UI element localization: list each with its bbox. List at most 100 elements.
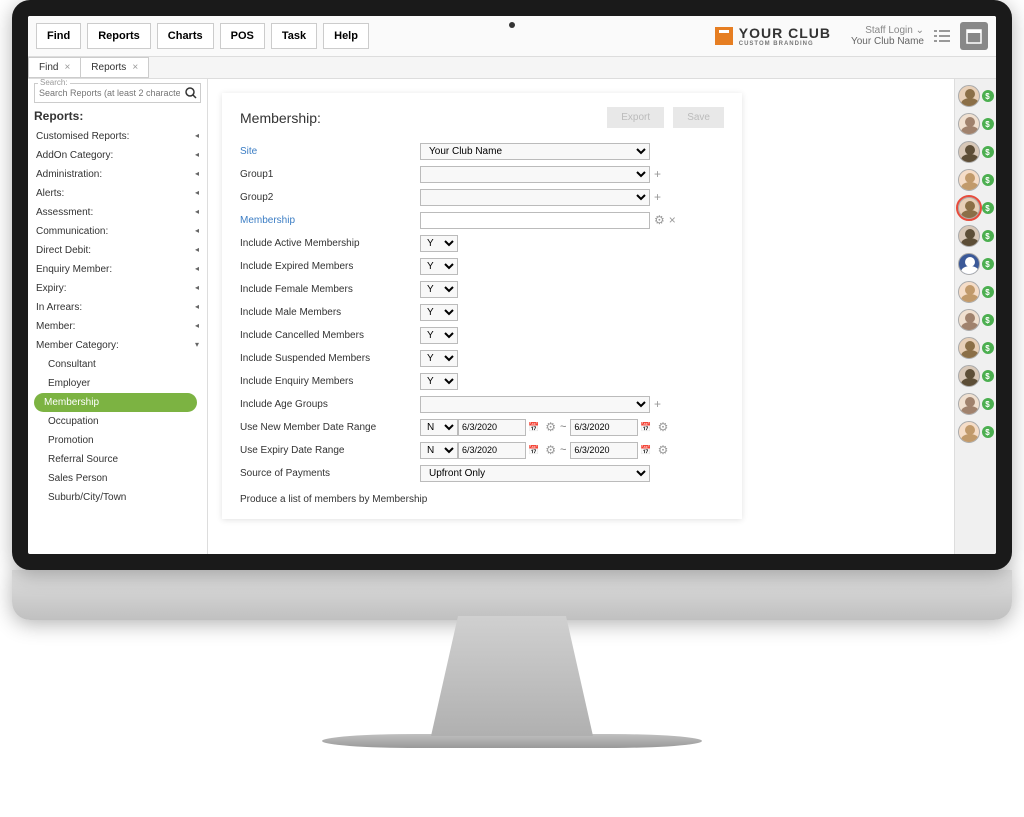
plus-icon[interactable]: + [654, 167, 661, 181]
newdate-from[interactable] [458, 419, 526, 436]
subcategory-item[interactable]: Referral Source [34, 450, 201, 469]
source-select[interactable]: Upfront Only [420, 465, 650, 482]
expdate-to[interactable] [570, 442, 638, 459]
reports-button[interactable]: Reports [87, 23, 151, 49]
money-icon[interactable]: $ [982, 118, 994, 130]
pos-button[interactable]: POS [220, 23, 265, 49]
avatar[interactable] [958, 365, 980, 387]
subcategory-item[interactable]: Membership [34, 393, 197, 412]
calendar-icon[interactable]: 📅 [640, 422, 651, 433]
expdate-from[interactable] [458, 442, 526, 459]
cancelled-select[interactable]: Y [420, 327, 458, 344]
male-select[interactable]: Y [420, 304, 458, 321]
export-button[interactable]: Export [607, 107, 664, 128]
suspended-select[interactable]: Y [420, 350, 458, 367]
money-icon[interactable]: $ [982, 258, 994, 270]
avatar[interactable] [958, 421, 980, 443]
avatar[interactable] [958, 309, 980, 331]
category-item[interactable]: Administration:◂ [34, 165, 201, 184]
money-icon[interactable]: $ [982, 202, 994, 214]
agegroups-select[interactable] [420, 396, 650, 413]
tab-reports[interactable]: Reports× [80, 57, 149, 78]
calendar-icon[interactable]: 📅 [640, 445, 651, 456]
field-label-membership[interactable]: Membership [240, 215, 420, 226]
task-button[interactable]: Task [271, 23, 317, 49]
subcategory-item[interactable]: Sales Person [34, 469, 201, 488]
expired-select[interactable]: Y [420, 258, 458, 275]
gear-icon[interactable]: ⚙ [545, 443, 556, 457]
calendar-icon[interactable]: 📅 [528, 445, 539, 456]
search-icon[interactable] [185, 87, 197, 99]
gear-icon[interactable]: ⚙ [658, 420, 669, 434]
category-item[interactable]: Customised Reports:◂ [34, 127, 201, 146]
avatar[interactable] [958, 281, 980, 303]
avatar[interactable] [958, 141, 980, 163]
category-item[interactable]: AddOn Category:◂ [34, 146, 201, 165]
avatar[interactable] [958, 197, 980, 219]
find-button[interactable]: Find [36, 23, 81, 49]
charts-button[interactable]: Charts [157, 23, 214, 49]
subcategory-item[interactable]: Consultant [34, 355, 201, 374]
close-icon[interactable]: × [64, 62, 70, 73]
close-icon[interactable]: × [669, 213, 676, 227]
category-item[interactable]: Assessment:◂ [34, 203, 201, 222]
category-item[interactable]: Expiry:◂ [34, 279, 201, 298]
avatar[interactable] [958, 225, 980, 247]
money-icon[interactable]: $ [982, 286, 994, 298]
category-item[interactable]: Member:◂ [34, 317, 201, 336]
newdate-toggle[interactable]: N [420, 419, 458, 436]
expdate-toggle[interactable]: N [420, 442, 458, 459]
gear-icon[interactable]: ⚙ [658, 443, 669, 457]
money-icon[interactable]: $ [982, 398, 994, 410]
subcategory-item[interactable]: Suburb/City/Town [34, 488, 201, 507]
plus-icon[interactable]: + [654, 190, 661, 204]
category-item[interactable]: Alerts:◂ [34, 184, 201, 203]
calendar-icon[interactable] [960, 22, 988, 50]
money-icon[interactable]: $ [982, 90, 994, 102]
category-item[interactable]: In Arrears:◂ [34, 298, 201, 317]
site-select[interactable]: Your Club Name [420, 143, 650, 160]
staff-area: Staff Login ⌄ Your Club Name [851, 25, 924, 47]
category-item[interactable]: Enquiry Member:◂ [34, 260, 201, 279]
avatar[interactable] [958, 113, 980, 135]
money-icon[interactable]: $ [982, 370, 994, 382]
gear-icon[interactable]: ⚙ [654, 213, 665, 227]
active-select[interactable]: Y [420, 235, 458, 252]
staff-login-link[interactable]: Staff Login ⌄ [851, 25, 924, 36]
money-icon[interactable]: $ [982, 342, 994, 354]
tab-find[interactable]: Find× [28, 57, 81, 78]
newdate-to[interactable] [570, 419, 638, 436]
group2-select[interactable] [420, 189, 650, 206]
club-name: Your Club Name [851, 36, 924, 47]
group1-select[interactable] [420, 166, 650, 183]
save-button[interactable]: Save [673, 107, 724, 128]
money-icon[interactable]: $ [982, 314, 994, 326]
avatar[interactable] [958, 337, 980, 359]
plus-icon[interactable]: + [654, 397, 661, 411]
money-icon[interactable]: $ [982, 230, 994, 242]
calendar-icon[interactable]: 📅 [528, 422, 539, 433]
money-icon[interactable]: $ [982, 174, 994, 186]
help-button[interactable]: Help [323, 23, 369, 49]
category-member-category[interactable]: Member Category:▾ [34, 336, 201, 355]
avatar[interactable] [958, 253, 980, 275]
avatar[interactable] [958, 85, 980, 107]
close-icon[interactable]: × [132, 62, 138, 73]
list-icon[interactable] [928, 22, 956, 50]
field-label-cancelled: Include Cancelled Members [240, 330, 420, 341]
membership-input[interactable] [420, 212, 650, 229]
avatar[interactable] [958, 393, 980, 415]
enquiry-select[interactable]: Y [420, 373, 458, 390]
category-item[interactable]: Communication:◂ [34, 222, 201, 241]
gear-icon[interactable]: ⚙ [545, 420, 556, 434]
subcategory-item[interactable]: Promotion [34, 431, 201, 450]
avatar[interactable] [958, 169, 980, 191]
subcategory-item[interactable]: Occupation [34, 412, 201, 431]
money-icon[interactable]: $ [982, 146, 994, 158]
female-select[interactable]: Y [420, 281, 458, 298]
field-label-group1: Group1 [240, 169, 420, 180]
category-item[interactable]: Direct Debit:◂ [34, 241, 201, 260]
money-icon[interactable]: $ [982, 426, 994, 438]
subcategory-item[interactable]: Employer [34, 374, 201, 393]
field-label-site[interactable]: Site [240, 146, 420, 157]
